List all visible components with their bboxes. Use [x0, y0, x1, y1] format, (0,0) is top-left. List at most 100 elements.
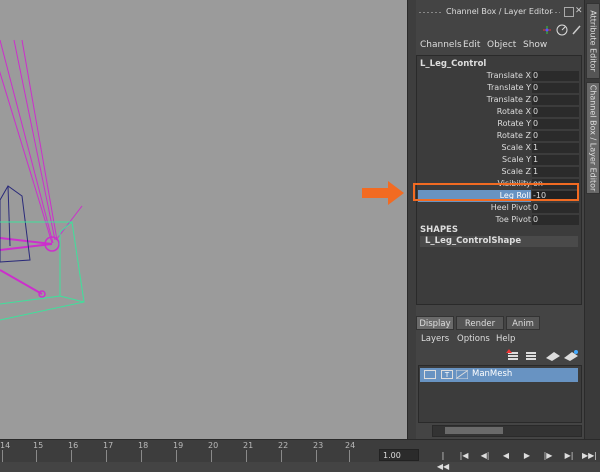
attr-row-translate-x[interactable]: Translate X0 — [417, 71, 581, 82]
channel-box-panel: Channel Box / Layer Editor ✕ Channels Ed… — [416, 0, 584, 439]
panel-title: Channel Box / Layer Editor — [446, 7, 553, 16]
menu-edit[interactable]: Edit — [463, 40, 480, 50]
layer-scrollbar[interactable] — [432, 425, 582, 437]
new-layer-icon[interactable] — [546, 352, 560, 361]
color-swatch-icon[interactable] — [455, 369, 469, 380]
tick-mark — [106, 450, 107, 462]
tick-label: 15 — [33, 441, 44, 450]
attr-label: Scale Z — [501, 167, 531, 176]
step-forward-key-icon[interactable]: ▶| — [562, 450, 576, 461]
viewport-3d[interactable] — [0, 0, 407, 439]
go-to-end-icon[interactable]: ▶▶| — [582, 450, 597, 461]
menu-object[interactable]: Object — [487, 40, 516, 50]
layer-editor: Display Render Anim Layers Options Help … — [416, 315, 584, 439]
layer-name: ManMesh — [472, 369, 513, 379]
layer-row[interactable]: T ManMesh — [420, 368, 578, 382]
attr-label: Translate Z — [486, 95, 531, 104]
tick-label: 18 — [138, 441, 149, 450]
attr-label: Translate X — [486, 71, 531, 80]
tick-label: 21 — [243, 441, 254, 450]
speed-dial-icon[interactable] — [556, 24, 568, 36]
pin-icon[interactable] — [572, 25, 581, 35]
new-layer-selected-icon[interactable] — [564, 350, 578, 361]
attr-row-rotate-y[interactable]: Rotate Y0 — [417, 119, 581, 130]
attr-value-field[interactable]: 0 — [532, 95, 579, 105]
current-time-field[interactable]: 1.00 — [379, 449, 419, 461]
float-window-icon[interactable] — [564, 7, 574, 17]
tab-label: Channel Box / Layer Editor — [588, 84, 598, 192]
grip-icon — [418, 11, 442, 14]
layer-toolbar — [504, 348, 580, 362]
tab-attribute-editor[interactable]: Attribute Editor — [586, 3, 600, 79]
tick-mark — [176, 450, 177, 462]
attr-value-field[interactable]: 0 — [532, 107, 579, 117]
attr-row-scale-y[interactable]: Scale Y1 — [417, 155, 581, 166]
menu-show[interactable]: Show — [523, 40, 547, 50]
object-name[interactable]: L_Leg_Control — [420, 59, 486, 69]
play-backwards-icon[interactable]: ◀ — [499, 450, 513, 461]
time-slider[interactable]: 14 15 16 17 18 19 20 21 22 23 24 1.00 |◀… — [0, 439, 600, 471]
layer-visibility-toggle[interactable] — [424, 370, 436, 379]
tick-mark — [71, 450, 72, 462]
attr-value-field[interactable]: 1 — [532, 155, 579, 165]
panel-title-bar[interactable]: Channel Box / Layer Editor ✕ — [416, 6, 584, 20]
step-back-key-icon[interactable]: |◀ — [457, 450, 471, 461]
move-layer-down-icon[interactable] — [526, 352, 536, 360]
tick-mark — [349, 450, 350, 462]
layer-type-toggle[interactable]: T — [441, 370, 453, 379]
play-forwards-icon[interactable]: ▶ — [520, 450, 534, 461]
attr-label: Rotate Z — [496, 131, 531, 140]
attr-row-scale-z[interactable]: Scale Z1 — [417, 167, 581, 178]
menu-channels[interactable]: Channels — [420, 40, 462, 50]
tick-mark — [281, 450, 282, 462]
attr-row-translate-z[interactable]: Translate Z0 — [417, 95, 581, 106]
tab-render[interactable]: Render — [456, 316, 504, 330]
attr-row-rotate-x[interactable]: Rotate X0 — [417, 107, 581, 118]
shape-row[interactable]: L_Leg_ControlShape — [420, 236, 578, 247]
tick-label: 16 — [68, 441, 79, 450]
attr-row-scale-x[interactable]: Scale X1 — [417, 143, 581, 154]
step-back-frame-icon[interactable]: ◀| — [478, 450, 492, 461]
attr-label: Rotate Y — [497, 119, 531, 128]
attr-value-field[interactable]: 1 — [532, 143, 579, 153]
move-layer-up-icon[interactable] — [506, 349, 518, 360]
menu-layers[interactable]: Layers — [421, 334, 449, 344]
attr-row-translate-y[interactable]: Translate Y0 — [417, 83, 581, 94]
tick-mark — [316, 450, 317, 462]
attr-value-field[interactable]: 0 — [532, 119, 579, 129]
menu-options[interactable]: Options — [457, 334, 490, 344]
step-forward-frame-icon[interactable]: |▶ — [541, 450, 555, 461]
layer-list: T ManMesh — [418, 365, 582, 423]
attr-value-field[interactable]: 1 — [532, 167, 579, 177]
attr-value-field[interactable]: 0 — [532, 71, 579, 81]
close-icon[interactable]: ✕ — [575, 7, 583, 16]
attr-label: Rotate X — [496, 107, 531, 116]
tick-label: 22 — [278, 441, 289, 450]
tick-label: 20 — [208, 441, 219, 450]
go-to-start-icon[interactable]: |◀◀ — [436, 450, 450, 471]
attr-value-field[interactable]: 0 — [532, 83, 579, 93]
tab-channel-box-layer-editor[interactable]: Channel Box / Layer Editor — [586, 82, 600, 194]
tab-display[interactable]: Display — [416, 316, 454, 330]
attr-value-field[interactable]: 0 — [532, 203, 579, 213]
shape-name: L_Leg_ControlShape — [425, 236, 522, 246]
rig-wireframe — [0, 39, 85, 321]
attr-row-heel-pivot[interactable]: Heel Pivot 0 — [417, 203, 581, 214]
tab-anim[interactable]: Anim — [506, 316, 540, 330]
attr-row-rotate-z[interactable]: Rotate Z0 — [417, 131, 581, 142]
scrollbar-thumb[interactable] — [445, 427, 503, 434]
tick-label: 14 — [0, 441, 11, 450]
callout-highlight-box — [413, 183, 579, 201]
shapes-header: SHAPES — [420, 225, 458, 235]
tab-label: Attribute Editor — [588, 10, 598, 72]
menu-help[interactable]: Help — [496, 334, 515, 344]
attr-value-field[interactable]: 0 — [532, 215, 579, 225]
tick-label: 19 — [173, 441, 184, 450]
tick-label: 23 — [313, 441, 324, 450]
callout-arrow-icon — [362, 181, 404, 205]
channel-box-toolbar — [540, 23, 584, 37]
attr-label: Scale X — [501, 143, 531, 152]
attr-value-field[interactable]: 0 — [532, 131, 579, 141]
channel-box-menu: Channels Edit Object Show — [416, 38, 584, 54]
axis-icon[interactable] — [543, 26, 551, 34]
